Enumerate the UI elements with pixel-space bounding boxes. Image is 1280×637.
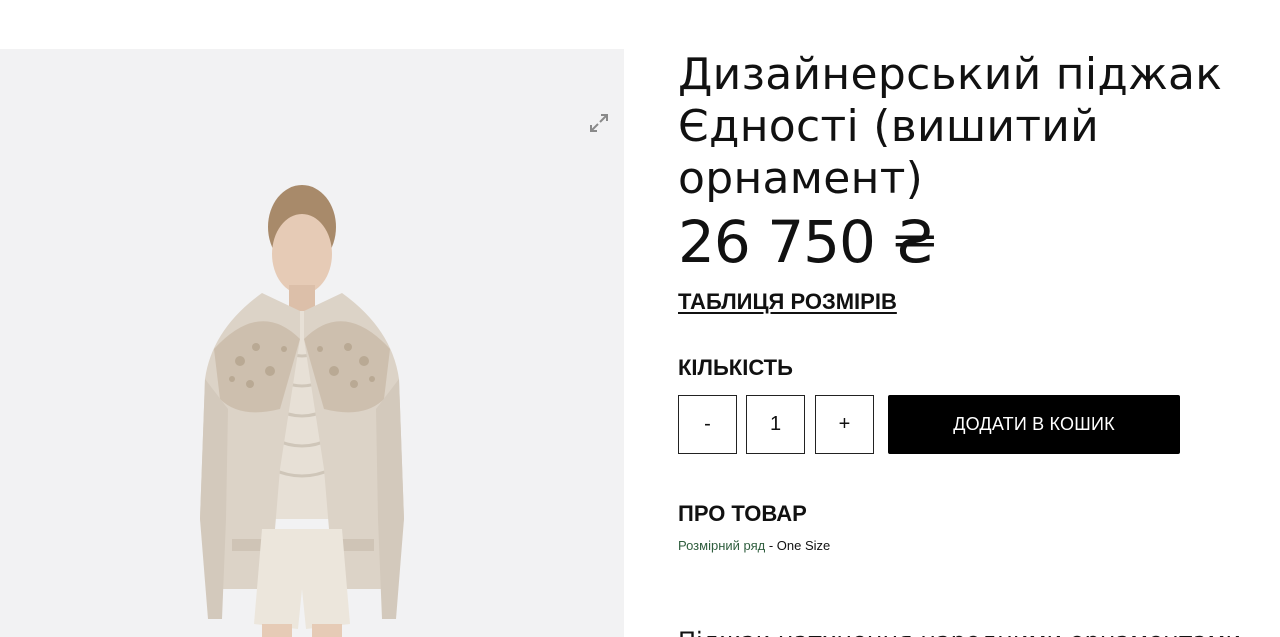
size-range-value: One Size	[776, 538, 831, 553]
expand-image-button[interactable]	[586, 110, 612, 136]
product-title: Дизайнерський піджак Єдності (вишитий ор…	[678, 49, 1223, 204]
quantity-label: КІЛЬКІСТЬ	[678, 355, 793, 380]
product-photo	[200, 185, 404, 637]
about-product-heading: ПРО ТОВАР	[678, 501, 807, 526]
product-description: Піджак натхнення народними орнаментами	[678, 627, 1241, 637]
quantity-input[interactable]: 1	[746, 395, 805, 454]
add-to-cart-button[interactable]: ДОДАТИ В КОШИК	[888, 395, 1180, 454]
expand-arrows-icon	[590, 114, 608, 132]
size-range-key: Розмірний ряд	[678, 538, 766, 553]
size-range-row: Розмірний ряд - One Size	[678, 538, 830, 553]
size-table-link[interactable]: ТАБЛИЦЯ РОЗМІРІВ	[678, 289, 897, 315]
quantity-increase-button[interactable]: +	[815, 395, 874, 454]
size-range-separator: -	[765, 538, 777, 553]
product-price: 26 750 ₴	[678, 208, 937, 276]
product-info: Дизайнерський піджак Єдності (вишитий ор…	[678, 49, 1258, 637]
quantity-decrease-button[interactable]: -	[678, 395, 737, 454]
product-gallery[interactable]	[0, 49, 624, 637]
